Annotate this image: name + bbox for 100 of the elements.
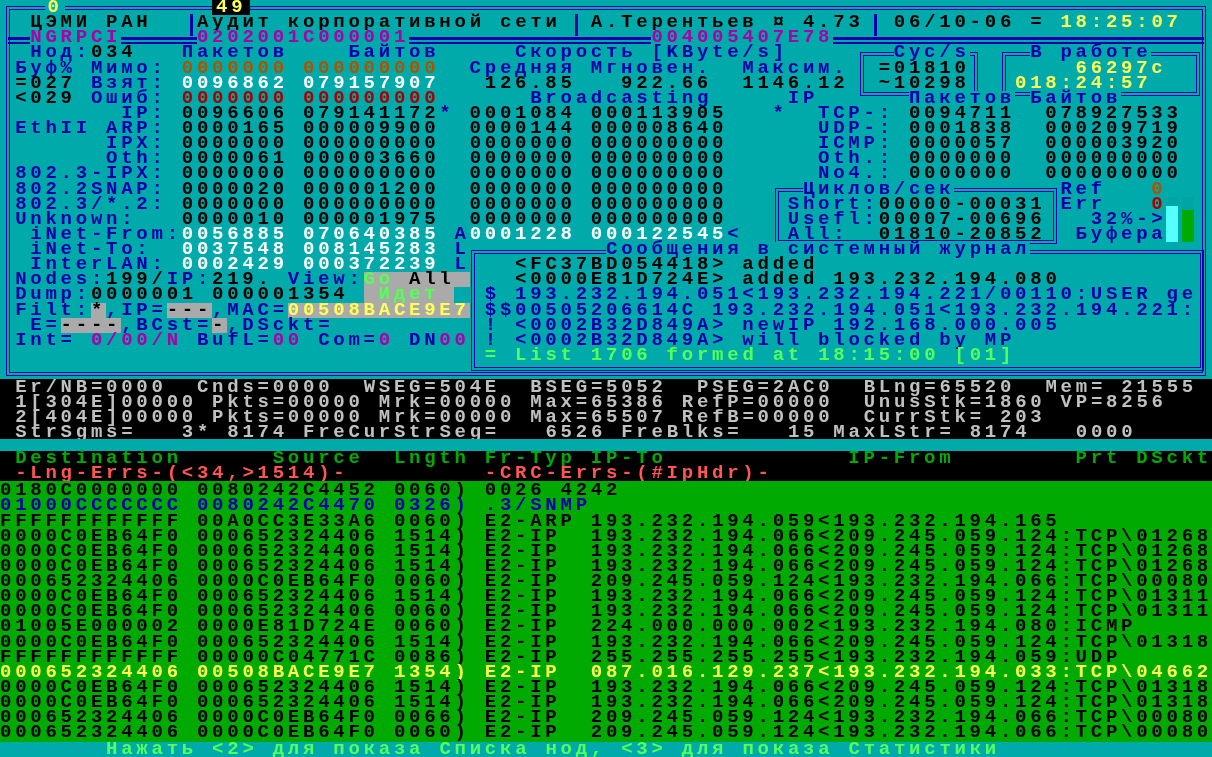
table-cell: :ICMP <box>1060 619 1137 635</box>
table-cell: 0000C0EB64F0 <box>196 710 379 726</box>
filter-value: ---- <box>60 317 122 333</box>
column-header: Мгновен. <box>590 60 712 76</box>
table-cell: 193.232.194.066 <box>590 634 819 650</box>
table-cell: 0000C0EB64F0 <box>0 695 182 711</box>
byte-count: 000003660 <box>303 151 440 167</box>
arrow-symbol: < <box>727 226 743 242</box>
column-header: IP-From <box>848 451 955 467</box>
table-cell: <193.232.194.066 <box>818 710 1061 726</box>
byte-count: 000000000 <box>302 60 440 76</box>
table-cell: FFFFFFFFFFFF <box>0 513 182 529</box>
table-cell: 000652324406 <box>196 589 379 605</box>
packet-count: 0000000 <box>469 181 576 197</box>
packet-count: 0001084 <box>469 105 576 121</box>
packet-count: 0096862 <box>181 75 288 91</box>
table-cell: 0060) <box>393 619 470 635</box>
table-cell: E2-IP <box>484 664 561 680</box>
table-cell: 000652324406 <box>196 604 379 620</box>
dump-status: Идет <box>363 287 455 303</box>
packet-count: 0000001 <box>90 287 197 303</box>
table-cell: 000652324406 <box>196 634 379 650</box>
view-selector[interactable]: Go All <box>363 272 470 288</box>
table-cell: 1514) <box>393 679 470 695</box>
table-cell: 00508BACE9E7 <box>196 664 379 680</box>
error-counter-label: -CRC-Errs-(#IpHdr)- <box>484 466 773 482</box>
label-text: Filt: <box>15 302 91 318</box>
column-header: Prt <box>1075 451 1122 467</box>
row-label: IP: <box>121 105 167 121</box>
table-cell: <193.232.194.059 <box>818 649 1061 665</box>
packet-count: 0000010 <box>181 211 288 227</box>
byte-count: 000000000 <box>303 136 440 152</box>
label-text: IP: <box>166 272 213 288</box>
log-message: ! <0002B32D849A> newIP 192.168.000.005 <box>484 317 1061 333</box>
log-message: $$00505206614C 193.232.194.051<193.232.194.221: <box>484 302 1197 318</box>
table-cell: 0060) <box>393 513 470 529</box>
byte-count: 000000000 <box>302 166 440 182</box>
byte-count: 000000000 <box>590 211 728 227</box>
row-label: No4.: <box>818 166 894 182</box>
date-text: 06/10-06 = <box>893 15 1046 31</box>
packet-count: 0000000 <box>469 166 576 182</box>
cycle-value: 00000-00031 <box>878 196 1046 212</box>
table-cell: 01005E000002 <box>0 619 182 635</box>
packet-count: 0000000 <box>181 166 288 182</box>
packet-count: 0000000 <box>469 151 576 167</box>
table-cell: <209.245.059.124 <box>818 589 1061 605</box>
byte-count: 000008640 <box>590 121 728 137</box>
column-header: DSckt <box>1136 451 1212 467</box>
byte-count: 078927533 <box>1045 105 1182 121</box>
row-label: 802.2SNAP: <box>15 181 167 197</box>
column-header: Байтов <box>348 45 440 61</box>
setting-value: 00 <box>272 332 303 348</box>
label-text: View: <box>287 272 364 288</box>
label-text: BufL= <box>196 332 273 348</box>
table-cell: 0060) <box>393 483 470 499</box>
speed-value: 922.66 <box>621 75 713 91</box>
cycle-value: =01810 <box>878 60 970 76</box>
table-cell: 0000C0EB64F0 <box>0 604 182 620</box>
column-header: Fr-Typ <box>484 451 576 467</box>
packet-count: 0000020 <box>181 181 288 197</box>
buffer-value: <029 <box>15 90 76 106</box>
table-cell: 224.000.000.002 <box>590 619 819 635</box>
table-cell: 000652324406 <box>0 664 182 680</box>
table-cell: 0000C0EB64F0 <box>196 574 379 590</box>
byte-count: 000000000 <box>1045 166 1182 182</box>
row-label: Oth: <box>106 151 167 167</box>
system-stats-line: StrSgms= 3* 8174 FreCurStrSeg= 6526 FreBlks= 15 MaxLStr= 8174 0000 <box>15 424 1137 440</box>
column-header: Средняя <box>469 60 576 76</box>
mac-address: 00508BACE9E7 <box>287 302 470 318</box>
table-cell: 193.232.194.066 <box>590 695 819 711</box>
table-cell: 0000E81D724E <box>196 619 379 635</box>
label-text: Dump: <box>15 287 91 303</box>
table-cell: :TCP\00080 <box>1060 725 1212 741</box>
table-cell: 209.245.059.124 <box>590 725 819 741</box>
flag-letter: A <box>454 226 470 242</box>
table-cell: 000652324406 <box>196 695 379 711</box>
node-value: 034 <box>90 45 137 61</box>
row-label: 802.3-IPX: <box>15 166 167 182</box>
packet-count: 0000061 <box>181 151 288 167</box>
byte-count: 079141172 <box>302 105 440 121</box>
table-cell: E2-ARP <box>484 513 576 529</box>
label-text: Nodes: <box>15 272 107 288</box>
table-cell: :TCP\01311 <box>1060 604 1212 620</box>
table-cell: 000652324406 <box>0 710 182 726</box>
table-cell: 193.232.194.066 <box>590 589 819 605</box>
row-label: TCP-: <box>818 105 894 121</box>
cycle-value: ~10298 <box>878 75 970 91</box>
table-cell: 255.255.255.255 <box>590 649 819 665</box>
table-cell: 0000C0EB64F0 <box>0 589 182 605</box>
packet-count: 0000144 <box>469 121 576 137</box>
table-cell: 0080242C4452 <box>196 483 379 499</box>
table-cell: E2-IP <box>484 528 561 544</box>
table-cell: 1514) <box>393 695 470 711</box>
byte-count: 000000000 <box>590 196 728 212</box>
table-cell: 0000C0EB64F0 <box>196 725 379 741</box>
table-cell: 0180C0000000 <box>0 483 182 499</box>
flag-letter: L <box>454 242 470 258</box>
byte-count: 000000000 <box>590 151 728 167</box>
row-label: iNet-To: <box>30 242 152 258</box>
packet-count: 0000165 <box>181 121 288 137</box>
